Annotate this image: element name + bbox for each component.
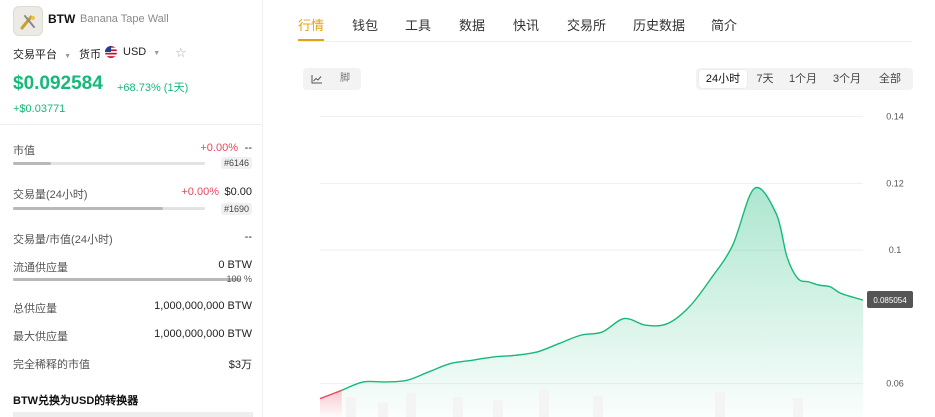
nav-tab-6[interactable]: 历史数据	[633, 15, 685, 34]
range-button-3[interactable]: 3个月	[827, 70, 867, 88]
currency-label: 货币	[79, 49, 101, 61]
volume-bar-6	[593, 396, 603, 417]
volume-bar-3	[453, 397, 463, 417]
market-cap-bar-fill	[13, 162, 52, 165]
line-chart-icon	[311, 75, 322, 84]
chart-type-toggle: 脚	[303, 68, 361, 90]
caret-down-icon: ▼	[64, 53, 71, 60]
volume-bar-8	[793, 398, 803, 417]
volume-bar-fill	[13, 207, 163, 210]
us-flag-icon	[105, 46, 117, 58]
currency-dropdown[interactable]: USD ▼	[123, 46, 160, 58]
price-chart[interactable]: 0.06 0.1 0.12 0.14 0.085054	[263, 100, 935, 417]
coin-name: Banana Tape Wall	[80, 13, 169, 25]
nav-tab-7[interactable]: 简介	[711, 15, 737, 34]
price-change-absolute: +$0.03771	[13, 103, 66, 115]
y-tick-label-0: 0.06	[886, 379, 904, 389]
volume-change: +0.00%	[181, 186, 219, 198]
max-supply-label: 最大供应量	[13, 331, 68, 343]
caret-down-icon: ▼	[153, 50, 161, 57]
volume-bar-7	[715, 392, 725, 417]
volume-bar-1	[378, 403, 388, 417]
circulating-supply-value: 0 BTW	[218, 259, 252, 271]
y-tick-label-3: 0.14	[886, 112, 904, 122]
volume-mcap-label: 交易量/市值(24小时)	[13, 234, 113, 246]
market-cap-change: +0.00%	[200, 142, 238, 154]
y-tick-label-1: 0.1	[889, 245, 902, 255]
nav-tab-3[interactable]: 数据	[459, 15, 485, 34]
converter-panel	[13, 412, 253, 417]
candlestick-chart-button[interactable]: 脚	[333, 71, 357, 87]
time-range-selector: 24小时 7天 1个月 3个月 全部	[696, 68, 913, 90]
nav-tab-1[interactable]: 钱包	[352, 15, 378, 34]
volume-bar	[13, 207, 205, 210]
coin-info-panel: BTW Banana Tape Wall 交易平台 ▼ 货币 USD ▼ ☆ $…	[0, 0, 262, 417]
main-nav: 行情 钱包 工具 数据 快讯 交易所 历史数据 简介	[298, 0, 912, 42]
fdv-label: 完全稀释的市值	[13, 359, 90, 371]
divider	[0, 124, 262, 125]
circulating-supply-bar	[13, 278, 241, 281]
area-fill-up	[341, 187, 864, 417]
range-button-1[interactable]: 7天	[751, 70, 779, 88]
volume-value: $0.00	[224, 186, 252, 198]
range-button-2[interactable]: 1个月	[783, 70, 823, 88]
nav-active-underline	[298, 39, 324, 41]
current-price-label: 0.085054	[873, 296, 907, 305]
market-cap-label: 市值	[13, 145, 35, 157]
meta-row: 交易平台 ▼ 货币 USD ▼ ☆	[13, 45, 253, 62]
nav-tab-2[interactable]: 工具	[405, 15, 431, 34]
circulating-supply-bar-fill	[13, 278, 241, 281]
market-cap-bar	[13, 162, 205, 165]
volume-bar-5	[539, 389, 549, 417]
converter-title: BTW兑换为USD的转换器	[13, 395, 139, 407]
favorite-star-icon[interactable]: ☆	[175, 45, 187, 61]
nav-tab-0[interactable]: 行情	[298, 15, 324, 34]
banana-tape-logo-icon	[20, 15, 35, 30]
volume-rank: #1690	[220, 203, 252, 215]
total-supply-label: 总供应量	[13, 303, 57, 315]
market-cap-value: --	[244, 142, 252, 154]
range-button-0[interactable]: 24小时	[699, 70, 747, 88]
volume-mcap-value: --	[244, 231, 252, 243]
nav-tab-4[interactable]: 快讯	[513, 15, 539, 34]
y-tick-label-2: 0.12	[886, 178, 904, 188]
circulating-supply-label: 流通供应量	[13, 262, 68, 274]
coin-logo	[13, 6, 43, 36]
volume-bar-2	[406, 393, 416, 417]
range-button-4[interactable]: 全部	[871, 70, 909, 88]
volume-bar-0	[346, 397, 356, 417]
total-supply-value: 1,000,000,000 BTW	[154, 300, 252, 312]
market-cap-rank: #6146	[220, 157, 252, 169]
line-chart-button[interactable]	[305, 71, 329, 87]
max-supply-value: 1,000,000,000 BTW	[154, 328, 252, 340]
price-change-percent: +68.73% (1天)	[117, 82, 189, 94]
volume-label: 交易量(24小时)	[13, 189, 88, 201]
platform-dropdown[interactable]: 交易平台 ▼	[13, 46, 71, 62]
circulating-supply-percent: 100 %	[226, 274, 252, 284]
fdv-value: $3万	[228, 359, 252, 371]
coin-symbol: BTW	[48, 12, 76, 26]
current-price: $0.092584	[13, 73, 103, 94]
nav-tab-5[interactable]: 交易所	[567, 15, 606, 34]
volume-bar-4	[493, 400, 503, 417]
